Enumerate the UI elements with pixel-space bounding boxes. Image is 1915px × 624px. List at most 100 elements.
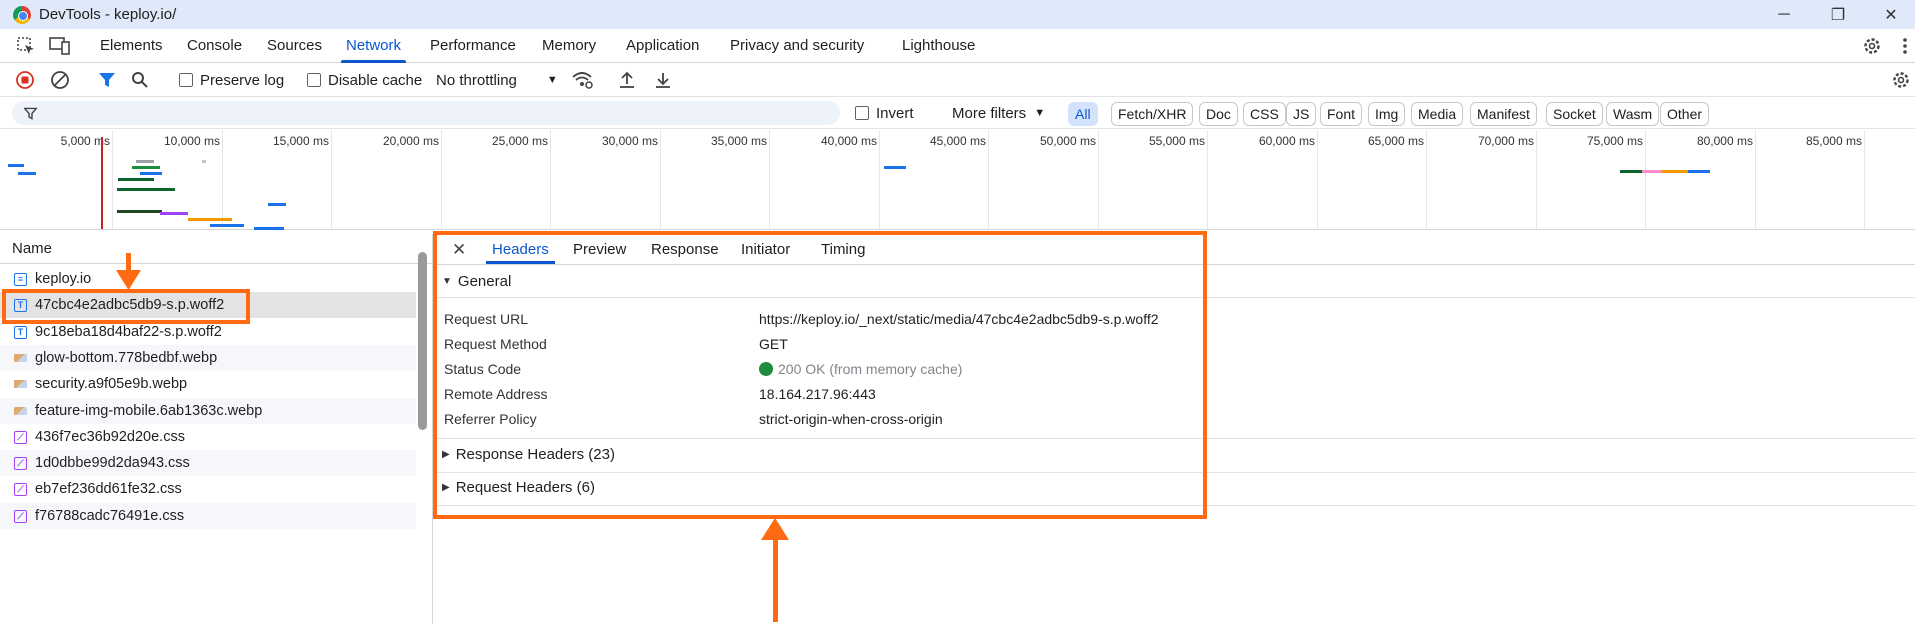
network-settings-gear-icon[interactable] (1891, 63, 1911, 97)
img-file-icon (14, 380, 27, 388)
tab-console[interactable]: Console (187, 29, 242, 63)
clear-icon[interactable] (50, 63, 70, 97)
overview-gridline (660, 130, 661, 230)
filter-chip-font[interactable]: Font (1320, 102, 1363, 126)
css-file-icon: ⟋ (14, 430, 27, 444)
filter-chip-wasm[interactable]: Wasm (1606, 102, 1660, 126)
overview-tick-label: 50,000 ms (1039, 134, 1096, 148)
overview-tick-label: 75,000 ms (1586, 134, 1643, 148)
overview-bar (140, 172, 162, 175)
font-file-icon: T (14, 325, 27, 339)
request-row[interactable]: ⟋ f76788cadc76491e.css (0, 503, 416, 529)
overview-bar (117, 188, 175, 191)
settings-gear-icon[interactable] (1861, 35, 1883, 57)
overview-bar (160, 212, 188, 215)
request-row[interactable]: ⟋ 436f7ec36b92d20e.css (0, 424, 416, 450)
overview-bar (1642, 170, 1662, 173)
invert-checkbox-box[interactable] (855, 106, 869, 120)
overview-gridline (1098, 130, 1099, 230)
more-filters-dropdown[interactable]: More filters ▼ (952, 97, 1045, 129)
export-har-icon[interactable] (654, 63, 672, 97)
filter-chip-img[interactable]: Img (1368, 102, 1406, 126)
throttling-select[interactable]: No throttling ▼ (436, 63, 558, 97)
preserve-log-label: Preserve log (200, 71, 285, 89)
tab-application[interactable]: Application (626, 29, 699, 63)
tab-performance[interactable]: Performance (430, 29, 516, 63)
overview-bar (202, 160, 206, 163)
overview-tick-label: 60,000 ms (1258, 134, 1315, 148)
minimize-icon[interactable]: ─ (1761, 0, 1807, 29)
filter-chip-fetch-xhr[interactable]: Fetch/XHR (1111, 102, 1194, 126)
overview-tick-label: 70,000 ms (1477, 134, 1534, 148)
filter-funnel-icon[interactable] (98, 63, 116, 97)
stop-recording-icon[interactable] (15, 63, 35, 97)
request-row[interactable]: glow-bottom.778bedbf.webp (0, 345, 416, 371)
tab-sources[interactable]: Sources (267, 29, 322, 63)
overview-tick-label: 20,000 ms (382, 134, 439, 148)
filter-chip-css[interactable]: CSS (1243, 102, 1286, 126)
name-column-header[interactable]: Name (0, 234, 432, 264)
disable-cache-label: Disable cache (328, 71, 423, 89)
overview-bar (254, 227, 284, 230)
annotation-arrow-up-shaft (773, 538, 778, 622)
annotation-arrow-up-head-icon (761, 518, 789, 540)
overview-gridline (1645, 130, 1646, 230)
overview-gridline (1864, 130, 1865, 230)
filter-chip-doc[interactable]: Doc (1199, 102, 1238, 126)
restore-icon[interactable]: ❐ (1815, 0, 1861, 29)
inspect-element-icon[interactable] (15, 35, 37, 57)
import-har-icon[interactable] (618, 63, 636, 97)
overview-gridline (112, 130, 113, 230)
overview-bar (1688, 170, 1710, 173)
filter-chip-socket[interactable]: Socket (1546, 102, 1603, 126)
overview-tick-label: 45,000 ms (929, 134, 986, 148)
tab-elements[interactable]: Elements (100, 29, 163, 63)
overview-gridline (988, 130, 989, 230)
overview-bar (18, 172, 36, 175)
overview-bar (188, 218, 232, 221)
name-column-header-label: Name (12, 240, 53, 257)
load-event-line (101, 137, 103, 229)
network-conditions-icon[interactable] (571, 63, 593, 97)
overview-gridline (1207, 130, 1208, 230)
disable-cache-checkbox-box[interactable] (307, 73, 321, 87)
request-name: 9c18eba18d4baf22-s.p.woff2 (35, 324, 222, 340)
overview-tick-label: 80,000 ms (1696, 134, 1753, 148)
tab-memory[interactable]: Memory (542, 29, 596, 63)
tab-lighthouse[interactable]: Lighthouse (902, 29, 975, 63)
device-toolbar-icon[interactable] (49, 35, 71, 57)
request-row[interactable]: ⟋ 1d0dbbe99d2da943.css (0, 450, 416, 476)
filter-chip-all[interactable]: All (1068, 102, 1098, 126)
overview-bar (132, 166, 160, 169)
invert-checkbox[interactable]: Invert (855, 97, 914, 129)
preserve-log-checkbox-box[interactable] (179, 73, 193, 87)
request-row[interactable]: ⟋ eb7ef236dd61fe32.css (0, 476, 416, 502)
filter-chip-manifest[interactable]: Manifest (1470, 102, 1537, 126)
annotation-arrow-down-head-icon (116, 270, 141, 290)
request-list-scrollbar[interactable] (418, 252, 427, 430)
tab-privacy-and-security[interactable]: Privacy and security (730, 29, 864, 63)
more-options-icon[interactable] (1894, 35, 1915, 57)
filter-chip-other[interactable]: Other (1660, 102, 1710, 126)
overview-tick-label: 55,000 ms (1148, 134, 1205, 148)
request-name: glow-bottom.778bedbf.webp (35, 350, 218, 366)
request-row[interactable]: security.a9f05e9b.webp (0, 371, 416, 397)
overview-tick-label: 40,000 ms (820, 134, 877, 148)
request-row[interactable]: feature-img-mobile.6ab1363c.webp (0, 398, 416, 424)
close-window-icon[interactable]: ✕ (1868, 0, 1914, 29)
disable-cache-checkbox[interactable]: Disable cache (307, 63, 422, 97)
preserve-log-checkbox[interactable]: Preserve log (179, 63, 284, 97)
filter-chip-js[interactable]: JS (1286, 102, 1317, 126)
overview-gridline (1536, 130, 1537, 230)
overview-tick-label: 15,000 ms (272, 134, 329, 148)
overview-tick-label: 30,000 ms (601, 134, 658, 148)
overview-bar (1662, 170, 1688, 173)
chrome-logo-icon (13, 5, 31, 24)
filter-input[interactable] (12, 101, 840, 125)
overview-bar (884, 166, 906, 169)
img-file-icon (14, 407, 27, 415)
overview-gridline (441, 130, 442, 230)
search-icon[interactable] (131, 63, 149, 97)
filter-chip-media[interactable]: Media (1411, 102, 1464, 126)
tab-network[interactable]: Network (340, 29, 407, 63)
